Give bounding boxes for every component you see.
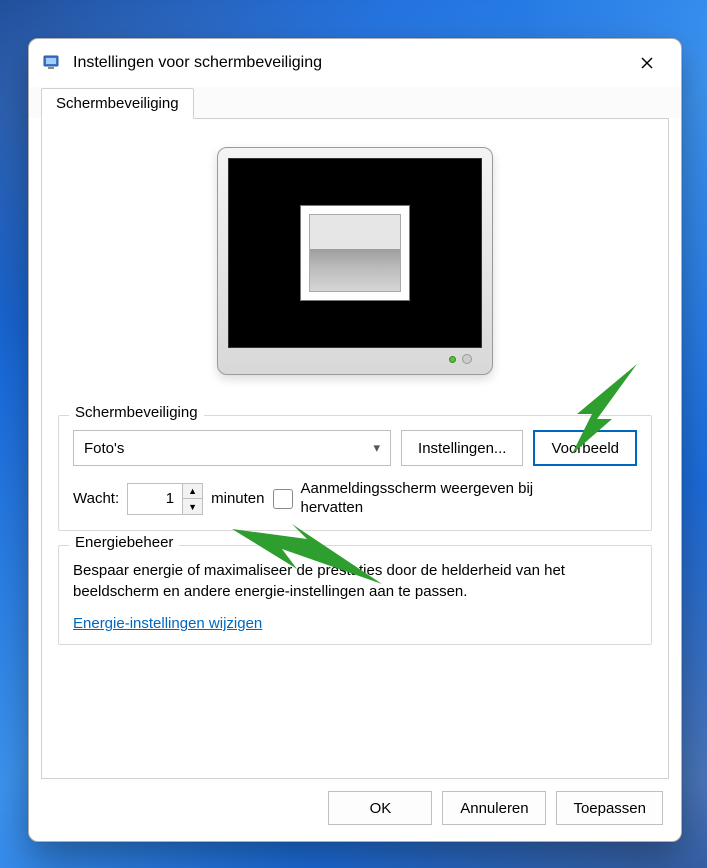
- window-title: Instellingen voor schermbeveiliging: [73, 54, 625, 72]
- power-settings-link[interactable]: Energie-instellingen wijzigen: [73, 615, 262, 632]
- screensaver-group-title: Schermbeveiliging: [69, 404, 204, 421]
- wait-spinbox[interactable]: 1 ▲ ▼: [127, 483, 203, 515]
- preview-screen: [228, 158, 482, 348]
- resume-login-checkbox[interactable]: [273, 489, 293, 509]
- preview-monitor: [58, 147, 652, 375]
- tab-strip: Schermbeveiliging: [29, 87, 681, 118]
- dialog-footer: OK Annuleren Toepassen: [29, 779, 681, 841]
- screensaver-select-value: Foto's: [84, 440, 124, 457]
- power-group: Energiebeheer Bespaar energie of maximal…: [58, 545, 652, 646]
- titlebar: Instellingen voor schermbeveiliging: [29, 39, 681, 87]
- screensaver-settings-dialog: Instellingen voor schermbeveiliging Sche…: [28, 38, 682, 842]
- spin-up-button[interactable]: ▲: [183, 484, 202, 500]
- wait-label: Wacht:: [73, 490, 119, 507]
- tab-panel: Schermbeveiliging Foto's ▾ Instellingen.…: [41, 118, 669, 779]
- resume-login-label: Aanmeldingsscherm weergeven bij hervatte…: [301, 480, 581, 518]
- chevron-down-icon: ▾: [374, 440, 381, 456]
- screensaver-icon: [43, 53, 63, 73]
- apply-button[interactable]: Toepassen: [556, 791, 663, 825]
- power-group-title: Energiebeheer: [69, 534, 179, 551]
- power-description: Bespaar energie of maximaliseer de prest…: [73, 560, 637, 604]
- close-icon: [641, 57, 653, 69]
- power-button-icon: [462, 354, 472, 364]
- photo-icon: [300, 205, 410, 301]
- tab-schermbeveiliging[interactable]: Schermbeveiliging: [41, 88, 194, 119]
- wait-unit: minuten: [211, 490, 264, 507]
- spin-down-button[interactable]: ▼: [183, 499, 202, 514]
- settings-button[interactable]: Instellingen...: [401, 430, 523, 466]
- ok-button[interactable]: OK: [328, 791, 432, 825]
- led-icon: [449, 356, 456, 363]
- cancel-button[interactable]: Annuleren: [442, 791, 546, 825]
- preview-button[interactable]: Voorbeeld: [533, 430, 637, 466]
- close-button[interactable]: [625, 47, 669, 79]
- wait-value: 1: [128, 484, 182, 514]
- screensaver-select[interactable]: Foto's ▾: [73, 430, 391, 466]
- screensaver-group: Schermbeveiliging Foto's ▾ Instellingen.…: [58, 415, 652, 531]
